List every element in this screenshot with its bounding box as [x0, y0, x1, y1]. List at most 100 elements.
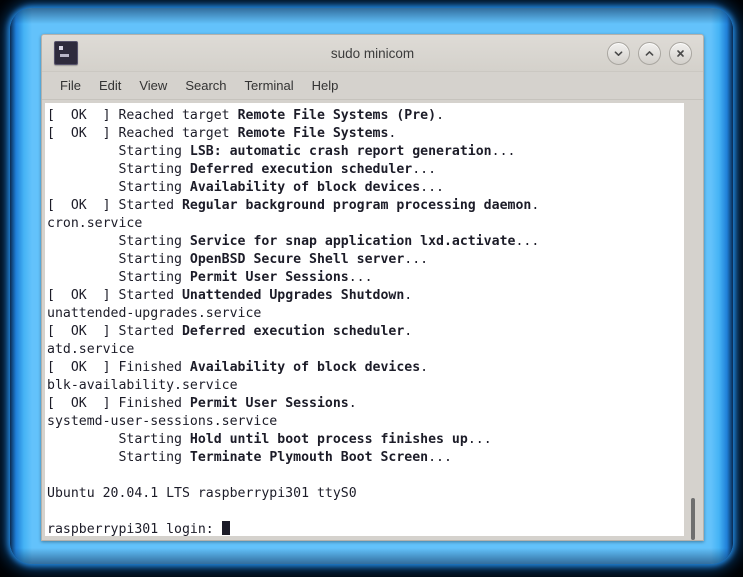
desktop-backdrop: sudo minicom File Edit View Search Termi… [0, 0, 743, 577]
terminal-window: sudo minicom File Edit View Search Termi… [41, 34, 704, 541]
terminal-line: Starting Availability of block devices..… [47, 179, 684, 197]
menu-item-search[interactable]: Search [176, 75, 235, 96]
terminal-line-tail: ... [412, 162, 437, 177]
terminal-line-plain: Starting [47, 432, 190, 447]
terminal-line: cron.service [47, 215, 684, 233]
terminal-line-bold: Remote File Systems (Pre) [237, 108, 437, 123]
terminal-line-bold: Deferred execution scheduler [181, 324, 405, 339]
terminal-line-plain: blk-availability.service [47, 378, 238, 393]
terminal-line-plain: cron.service [47, 216, 143, 231]
menu-bar: File Edit View Search Terminal Help [42, 72, 703, 100]
terminal-line-plain: [ OK ] Started [47, 288, 182, 303]
terminal-line: Starting OpenBSD Secure Shell server... [47, 251, 684, 269]
terminal-line-bold: Regular background program processing da… [181, 198, 532, 213]
terminal-line-bold: Permit User Sessions [189, 396, 349, 411]
terminal-line-plain: unattended-upgrades.service [47, 306, 262, 321]
minimize-button[interactable] [607, 41, 630, 65]
terminal-line-bold: Service for snap application lxd.activat… [189, 234, 516, 249]
terminal-line-plain: Starting [47, 162, 190, 177]
terminal-body: [ OK ] Reached target Remote File System… [42, 100, 703, 540]
terminal-line: Starting Terminate Plymouth Boot Screen.… [47, 449, 684, 467]
title-bar[interactable]: sudo minicom [42, 35, 703, 72]
terminal-line: raspberrypi301 login: [47, 521, 684, 536]
terminal-line-plain: [ OK ] Started [47, 324, 182, 339]
menu-item-help[interactable]: Help [303, 75, 348, 96]
terminal-output: [ OK ] Reached target Remote File System… [47, 107, 684, 536]
window-glow-frame: sudo minicom File Edit View Search Termi… [10, 8, 733, 564]
close-icon [675, 48, 686, 59]
terminal-icon [54, 41, 78, 65]
menu-item-view[interactable]: View [130, 75, 176, 96]
terminal-line-plain: [ OK ] Finished [47, 360, 190, 375]
terminal-line-tail: . [420, 360, 429, 375]
terminal-line-tail: ... [428, 450, 452, 465]
maximize-button[interactable] [638, 41, 661, 65]
chevron-up-icon [644, 48, 655, 59]
terminal-line-plain: atd.service [47, 342, 135, 357]
terminal-line: atd.service [47, 341, 684, 359]
terminal-line: Starting Deferred execution scheduler... [47, 161, 684, 179]
terminal-line-bold: OpenBSD Secure Shell server [189, 252, 405, 267]
terminal-line-tail: . [388, 126, 397, 141]
terminal-line: systemd-user-sessions.service [47, 413, 684, 431]
terminal-line-plain: Starting [47, 234, 190, 249]
terminal-line: unattended-upgrades.service [47, 305, 684, 323]
terminal-line-bold: Availability of block devices [189, 360, 421, 375]
terminal-line-tail: ... [348, 270, 373, 285]
terminal-line-tail: ... [420, 180, 444, 195]
terminal-scrollbar[interactable] [686, 103, 700, 540]
menu-item-edit[interactable]: Edit [90, 75, 130, 96]
terminal-line-tail: . [348, 396, 357, 411]
terminal-line-bold: Terminate Plymouth Boot Screen [189, 450, 429, 465]
terminal-line: Starting Permit User Sessions... [47, 269, 684, 287]
terminal-line-tail: . [531, 198, 540, 213]
terminal-line-plain: [ OK ] Reached target [47, 126, 238, 141]
terminal-line-bold: LSB: automatic crash report generation [189, 144, 492, 159]
terminal-line: Starting LSB: automatic crash report gen… [47, 143, 684, 161]
terminal-line: Starting Service for snap application lx… [47, 233, 684, 251]
terminal-line: [ OK ] Finished Permit User Sessions. [47, 395, 684, 413]
terminal-line: blk-availability.service [47, 377, 684, 395]
terminal-line-plain: [ OK ] Reached target [47, 108, 238, 123]
terminal-line-tail: . [404, 288, 413, 303]
terminal-line-plain: [ OK ] Started [47, 198, 182, 213]
terminal-line: [ OK ] Finished Availability of block de… [47, 359, 684, 377]
terminal-line: [ OK ] Started Deferred execution schedu… [47, 323, 684, 341]
terminal-screen[interactable]: [ OK ] Reached target Remote File System… [45, 103, 684, 536]
close-button[interactable] [669, 41, 692, 65]
terminal-line-plain: [ OK ] Finished [47, 396, 190, 411]
terminal-line-plain: Starting [47, 252, 190, 267]
terminal-line-plain: raspberrypi301 login: [47, 522, 222, 536]
terminal-line-bold: Deferred execution scheduler [189, 162, 413, 177]
terminal-line-plain: Starting [47, 450, 190, 465]
terminal-line-bold: Remote File Systems [237, 126, 389, 141]
scrollbar-thumb[interactable] [691, 498, 695, 540]
chevron-down-icon [613, 48, 624, 59]
terminal-line: [ OK ] Reached target Remote File System… [47, 107, 684, 125]
terminal-line: [ OK ] Reached target Remote File System… [47, 125, 684, 143]
terminal-line: Ubuntu 20.04.1 LTS raspberrypi301 ttyS0 [47, 485, 684, 503]
terminal-line-plain: Starting [47, 270, 190, 285]
terminal-line-tail: ... [491, 144, 516, 159]
menu-item-terminal[interactable]: Terminal [236, 75, 303, 96]
terminal-line-plain: Starting [47, 180, 190, 195]
terminal-line-bold: Permit User Sessions [189, 270, 349, 285]
window-title: sudo minicom [330, 45, 415, 61]
terminal-line-tail: ... [467, 432, 492, 447]
terminal-line: [ OK ] Started Unattended Upgrades Shutd… [47, 287, 684, 305]
terminal-cursor [221, 521, 230, 535]
terminal-line-tail: ... [515, 234, 540, 249]
terminal-line-bold: Hold until boot process finishes up [189, 432, 468, 447]
terminal-line-plain: systemd-user-sessions.service [47, 414, 278, 429]
terminal-line-plain: Starting [47, 144, 190, 159]
terminal-line-tail: ... [404, 252, 429, 267]
terminal-line-tail: . [404, 324, 413, 339]
terminal-line-plain: Ubuntu 20.04.1 LTS raspberrypi301 ttyS0 [47, 486, 357, 501]
menu-item-file[interactable]: File [51, 75, 90, 96]
terminal-line: Starting Hold until boot process finishe… [47, 431, 684, 449]
terminal-line-bold: Availability of block devices [189, 180, 421, 195]
terminal-line: [ OK ] Started Regular background progra… [47, 197, 684, 215]
window-controls [607, 41, 692, 65]
